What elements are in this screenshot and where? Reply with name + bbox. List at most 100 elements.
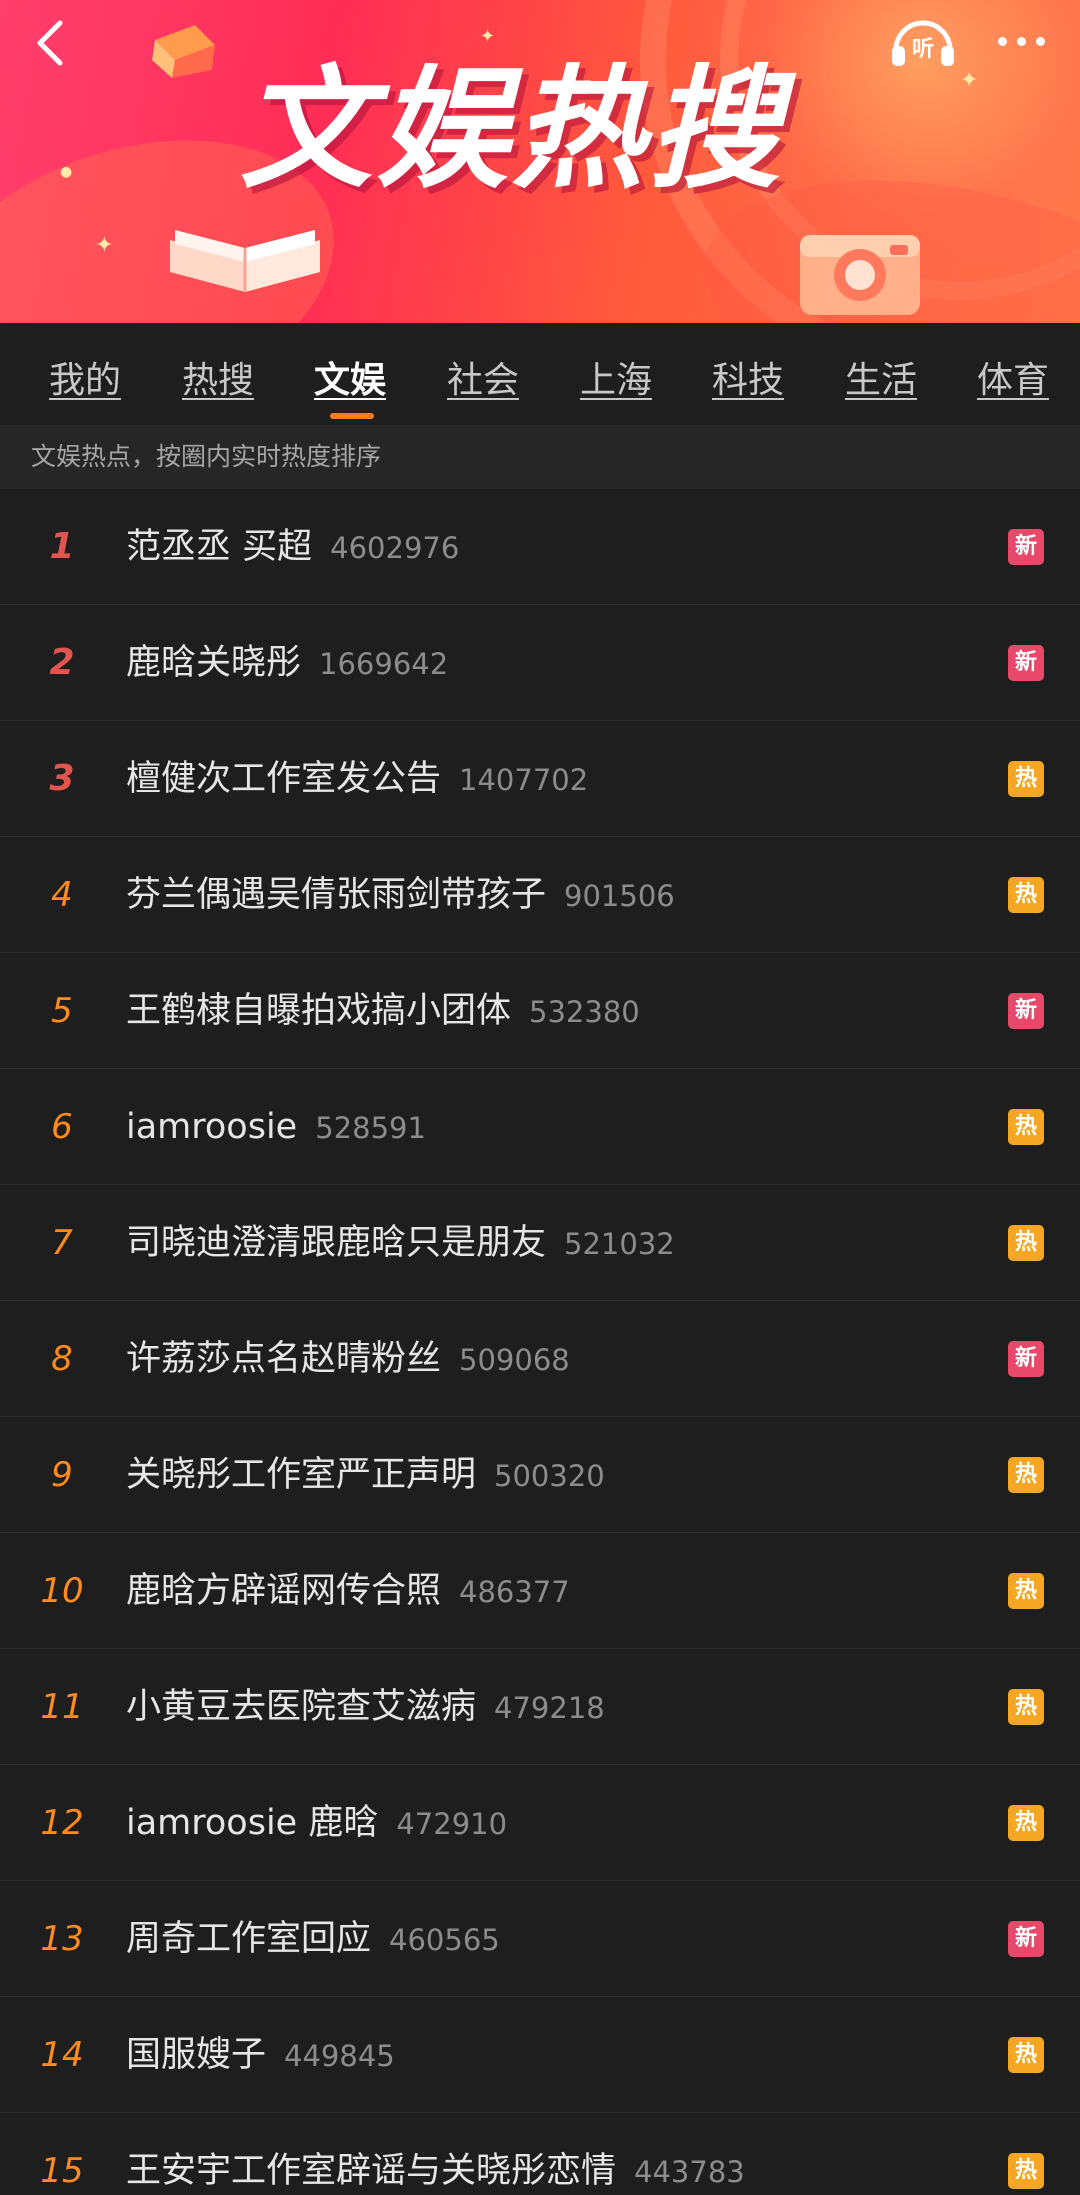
headphones-icon: 听 bbox=[892, 20, 954, 66]
list-item[interactable]: 13 周奇工作室回应 460565 新 bbox=[0, 1881, 1080, 1997]
tab-mine[interactable]: 我的 bbox=[49, 351, 121, 403]
entry-text: 关晓彤工作室严正声明 500320 bbox=[126, 1417, 605, 1533]
topic-title[interactable]: 芬兰偶遇吴倩张雨剑带孩子 bbox=[126, 875, 546, 915]
sparkle-icon: ✦ bbox=[480, 26, 496, 47]
page-title: 文娱热搜 bbox=[240, 53, 784, 207]
rank-number: 8 bbox=[51, 1339, 73, 1379]
heat-count: 500320 bbox=[494, 1459, 605, 1493]
svg-text:听: 听 bbox=[912, 37, 934, 62]
entry-text: 芬兰偶遇吴倩张雨剑带孩子 901506 bbox=[126, 837, 675, 953]
hot-badge: 热 bbox=[1008, 1573, 1044, 1609]
list-item[interactable]: 1 范丞丞 买超 4602976 新 bbox=[0, 489, 1080, 605]
tab-entertainment[interactable]: 文娱 bbox=[314, 351, 386, 403]
hot-badge: 热 bbox=[1008, 761, 1044, 797]
entry-text: 许荔莎点名赵晴粉丝 509068 bbox=[126, 1301, 570, 1417]
topic-title[interactable]: 司晓迪澄清跟鹿晗只是朋友 bbox=[126, 1223, 546, 1263]
topic-title[interactable]: 鹿晗关晓彤 bbox=[126, 643, 301, 683]
more-dot-icon bbox=[1016, 36, 1026, 46]
topic-title[interactable]: 周奇工作室回应 bbox=[126, 1919, 371, 1959]
cube-decoration-icon bbox=[152, 25, 215, 78]
rank-number: 15 bbox=[40, 2151, 84, 2191]
heat-count: 528591 bbox=[315, 1111, 426, 1145]
entry-text: 王鹤棣自曝拍戏搞小团体 532380 bbox=[126, 953, 640, 1069]
listen-button[interactable]: 听 bbox=[888, 10, 958, 70]
hot-badge: 热 bbox=[1008, 1457, 1044, 1493]
hot-badge: 热 bbox=[1008, 2153, 1044, 2189]
sparkle-icon: ✦ bbox=[960, 68, 979, 93]
back-button[interactable] bbox=[22, 16, 76, 70]
topic-title[interactable]: 关晓彤工作室严正声明 bbox=[126, 1455, 476, 1495]
topic-title[interactable]: iamroosie bbox=[126, 1107, 297, 1147]
hot-badge: 热 bbox=[1008, 2037, 1044, 2073]
list-item[interactable]: 14 国服嫂子 449845 热 bbox=[0, 1997, 1080, 2113]
active-tab-indicator bbox=[330, 413, 374, 419]
entry-text: 范丞丞 买超 4602976 bbox=[126, 489, 459, 605]
more-dot-icon bbox=[1035, 36, 1045, 46]
new-badge: 新 bbox=[1008, 993, 1044, 1029]
hot-badge: 热 bbox=[1008, 1805, 1044, 1841]
tab-sports[interactable]: 体育 bbox=[977, 351, 1049, 403]
entry-text: 鹿晗方辟谣网传合照 486377 bbox=[126, 1533, 570, 1649]
list-item[interactable]: 8 许荔莎点名赵晴粉丝 509068 新 bbox=[0, 1301, 1080, 1417]
entry-text: 王安宇工作室辟谣与关晓彤恋情 443783 bbox=[126, 2113, 745, 2195]
sparkle-icon: ● bbox=[60, 164, 73, 180]
topic-title[interactable]: 范丞丞 买超 bbox=[126, 527, 312, 567]
tab-tech[interactable]: 科技 bbox=[712, 351, 784, 403]
entry-text: 司晓迪澄清跟鹿晗只是朋友 521032 bbox=[126, 1185, 675, 1301]
list-item[interactable]: 7 司晓迪澄清跟鹿晗只是朋友 521032 热 bbox=[0, 1185, 1080, 1301]
list-item[interactable]: 2 鹿晗关晓彤 1669642 新 bbox=[0, 605, 1080, 721]
list-item[interactable]: 11 小黄豆去医院查艾滋病 479218 热 bbox=[0, 1649, 1080, 1765]
topic-title[interactable]: 小黄豆去医院查艾滋病 bbox=[126, 1687, 476, 1727]
rank-number: 7 bbox=[51, 1223, 73, 1263]
topic-title[interactable]: 王鹤棣自曝拍戏搞小团体 bbox=[126, 991, 511, 1031]
list-item[interactable]: 12 iamroosie 鹿晗 472910 热 bbox=[0, 1765, 1080, 1881]
section-description: 文娱热点，按圈内实时热度排序 bbox=[0, 425, 1080, 489]
header-banner: ✦ ✦ ✦ ● 文娱热搜 听 bbox=[0, 0, 1080, 323]
tab-shanghai[interactable]: 上海 bbox=[580, 351, 652, 403]
heat-count: 901506 bbox=[564, 879, 675, 913]
list-item[interactable]: 6 iamroosie 528591 热 bbox=[0, 1069, 1080, 1185]
list-item[interactable]: 9 关晓彤工作室严正声明 500320 热 bbox=[0, 1417, 1080, 1533]
tab-society[interactable]: 社会 bbox=[447, 351, 519, 403]
rank-number: 13 bbox=[40, 1919, 84, 1959]
list-item[interactable]: 3 檀健次工作室发公告 1407702 热 bbox=[0, 721, 1080, 837]
tab-hot-search[interactable]: 热搜 bbox=[182, 351, 254, 403]
heat-count: 532380 bbox=[529, 995, 640, 1029]
rank-number: 14 bbox=[40, 2035, 84, 2075]
heat-count: 1669642 bbox=[319, 647, 449, 681]
category-tabs: 我的 热搜 文娱 社会 上海 科技 生活 体育 bbox=[0, 323, 1080, 425]
more-options-button[interactable] bbox=[986, 18, 1056, 64]
heat-count: 449845 bbox=[284, 2039, 395, 2073]
heat-count: 472910 bbox=[396, 1807, 508, 1841]
tab-life[interactable]: 生活 bbox=[845, 351, 917, 403]
entry-text: 周奇工作室回应 460565 bbox=[126, 1881, 500, 1997]
hot-badge: 热 bbox=[1008, 1109, 1044, 1145]
topic-title[interactable]: 檀健次工作室发公告 bbox=[126, 759, 441, 799]
hot-search-list: 1 范丞丞 买超 4602976 新 2 鹿晗关晓彤 1669642 新 3 檀健次工作室发公告 1… bbox=[0, 489, 1080, 2195]
topic-title[interactable]: 鹿晗方辟谣网传合照 bbox=[126, 1571, 441, 1611]
topic-title[interactable]: 许荔莎点名赵晴粉丝 bbox=[126, 1339, 441, 1379]
more-dot-icon bbox=[997, 36, 1007, 46]
topic-title[interactable]: iamroosie 鹿晗 bbox=[126, 1803, 378, 1843]
new-badge: 新 bbox=[1008, 645, 1044, 681]
list-item[interactable]: 5 王鹤棣自曝拍戏搞小团体 532380 新 bbox=[0, 953, 1080, 1069]
camera-decoration-icon bbox=[800, 235, 920, 315]
rank-number: 6 bbox=[51, 1107, 73, 1147]
rank-number: 9 bbox=[51, 1455, 73, 1495]
new-badge: 新 bbox=[1008, 1341, 1044, 1377]
list-item[interactable]: 4 芬兰偶遇吴倩张雨剑带孩子 901506 热 bbox=[0, 837, 1080, 953]
entry-text: iamroosie 528591 bbox=[126, 1069, 426, 1185]
topic-title[interactable]: 王安宇工作室辟谣与关晓彤恋情 bbox=[126, 2151, 616, 2191]
heat-count: 4602976 bbox=[330, 531, 460, 565]
list-item[interactable]: 10 鹿晗方辟谣网传合照 486377 热 bbox=[0, 1533, 1080, 1649]
new-badge: 新 bbox=[1008, 1921, 1044, 1957]
rank-number: 3 bbox=[49, 758, 75, 799]
heat-count: 1407702 bbox=[459, 763, 589, 797]
list-item[interactable]: 15 王安宇工作室辟谣与关晓彤恋情 443783 热 bbox=[0, 2113, 1080, 2195]
hot-badge: 热 bbox=[1008, 1225, 1044, 1261]
open-book-decoration-icon bbox=[170, 230, 320, 292]
entry-text: 檀健次工作室发公告 1407702 bbox=[126, 721, 588, 837]
rank-number: 1 bbox=[49, 526, 75, 567]
topic-title[interactable]: 国服嫂子 bbox=[126, 2035, 266, 2075]
rank-number: 12 bbox=[40, 1803, 84, 1843]
